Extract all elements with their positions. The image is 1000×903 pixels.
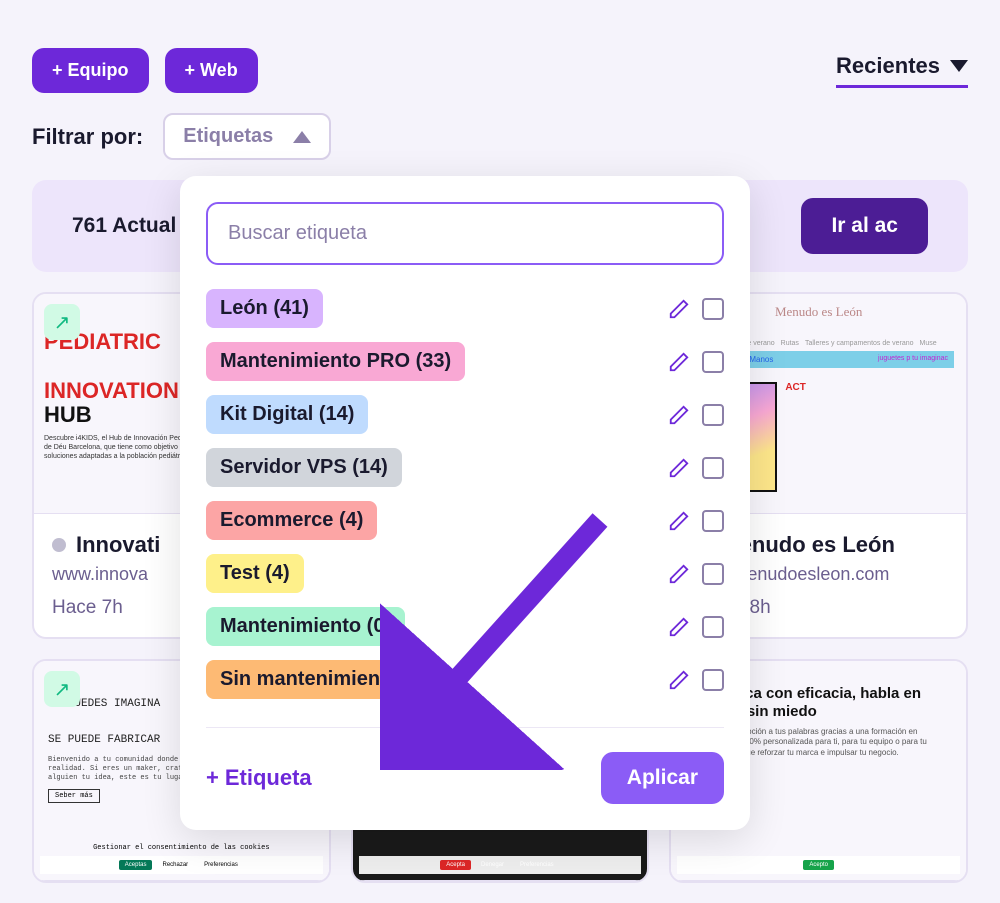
tag-checkbox[interactable] — [702, 351, 724, 373]
tag-checkbox[interactable] — [702, 457, 724, 479]
plus-icon: + — [206, 765, 219, 791]
edit-icon[interactable] — [668, 616, 690, 638]
chevron-down-icon — [950, 60, 968, 72]
tag-pill: Ecommerce (4) — [206, 501, 377, 540]
tag-checkbox[interactable] — [702, 669, 724, 691]
tag-checkbox[interactable] — [702, 404, 724, 426]
card-title-text: Innovati — [76, 532, 160, 558]
tags-popover: León (41) Mantenimiento PRO (33) Kit Digit… — [180, 176, 750, 830]
open-external-icon[interactable]: ↗ — [44, 304, 80, 340]
tag-checkbox[interactable] — [702, 616, 724, 638]
add-team-button[interactable]: + Equipo — [32, 48, 149, 93]
apply-button[interactable]: Aplicar — [601, 752, 724, 804]
header-actions: + Equipo + Web — [32, 48, 258, 93]
filter-dropdown-label: Etiquetas — [183, 125, 273, 148]
tag-checkbox[interactable] — [702, 510, 724, 532]
preview-text: Gestionar el consentimiento de las cooki… — [34, 844, 329, 852]
tag-row: Sin mantenimiento (0) — [206, 660, 724, 699]
edit-icon[interactable] — [668, 404, 690, 426]
tag-pill: Mantenimiento PRO (33) — [206, 342, 465, 381]
open-external-icon[interactable]: ↗ — [44, 671, 80, 707]
tag-pill: Kit Digital (14) — [206, 395, 368, 434]
tag-pill: Mantenimiento (0) — [206, 607, 405, 646]
preview-text: Seber más — [48, 789, 100, 803]
banner-text: 761 Actual — [72, 214, 176, 238]
edit-icon[interactable] — [668, 563, 690, 585]
add-tag-label: Etiqueta — [225, 765, 312, 791]
tag-row: León (41) — [206, 289, 724, 328]
sort-label: Recientes — [836, 53, 940, 79]
add-tag-button[interactable]: + Etiqueta — [206, 765, 312, 791]
edit-icon[interactable] — [668, 669, 690, 691]
tag-row: Test (4) — [206, 554, 724, 593]
banner-cta-button[interactable]: Ir al ac — [801, 198, 928, 254]
tag-row: Kit Digital (14) — [206, 395, 724, 434]
tag-pill: Sin mantenimiento (0) — [206, 660, 443, 699]
popover-footer: + Etiqueta Aplicar — [206, 727, 724, 804]
tag-pill: León (41) — [206, 289, 323, 328]
tag-row: Servidor VPS (14) — [206, 448, 724, 487]
tag-row: Mantenimiento PRO (33) — [206, 342, 724, 381]
status-dot-icon — [52, 538, 66, 552]
cookie-bar: Aceptas Rechazar Preferencias — [40, 856, 323, 874]
tag-pill: Servidor VPS (14) — [206, 448, 402, 487]
tag-checkbox[interactable] — [702, 563, 724, 585]
tag-row: Mantenimiento (0) — [206, 607, 724, 646]
add-web-button[interactable]: + Web — [165, 48, 258, 93]
filter-label: Filtrar por: — [32, 124, 143, 150]
tag-pill: Test (4) — [206, 554, 304, 593]
chevron-up-icon — [293, 131, 311, 143]
filter-row: Filtrar por: Etiquetas — [0, 113, 1000, 180]
tag-checkbox[interactable] — [702, 298, 724, 320]
filter-dropdown[interactable]: Etiquetas — [163, 113, 331, 160]
edit-icon[interactable] — [668, 457, 690, 479]
tags-list: León (41) Mantenimiento PRO (33) Kit Digit… — [206, 289, 724, 699]
tag-row: Ecommerce (4) — [206, 501, 724, 540]
sort-dropdown[interactable]: Recientes — [836, 53, 968, 88]
cookie-bar: Acepto — [677, 856, 960, 874]
tag-search-input[interactable] — [206, 202, 724, 265]
edit-icon[interactable] — [668, 510, 690, 532]
cookie-bar: Acepta Denegar Preferencias — [359, 856, 642, 874]
edit-icon[interactable] — [668, 351, 690, 373]
edit-icon[interactable] — [668, 298, 690, 320]
header: + Equipo + Web Recientes — [0, 0, 1000, 113]
preview-text: ACT — [785, 382, 806, 492]
